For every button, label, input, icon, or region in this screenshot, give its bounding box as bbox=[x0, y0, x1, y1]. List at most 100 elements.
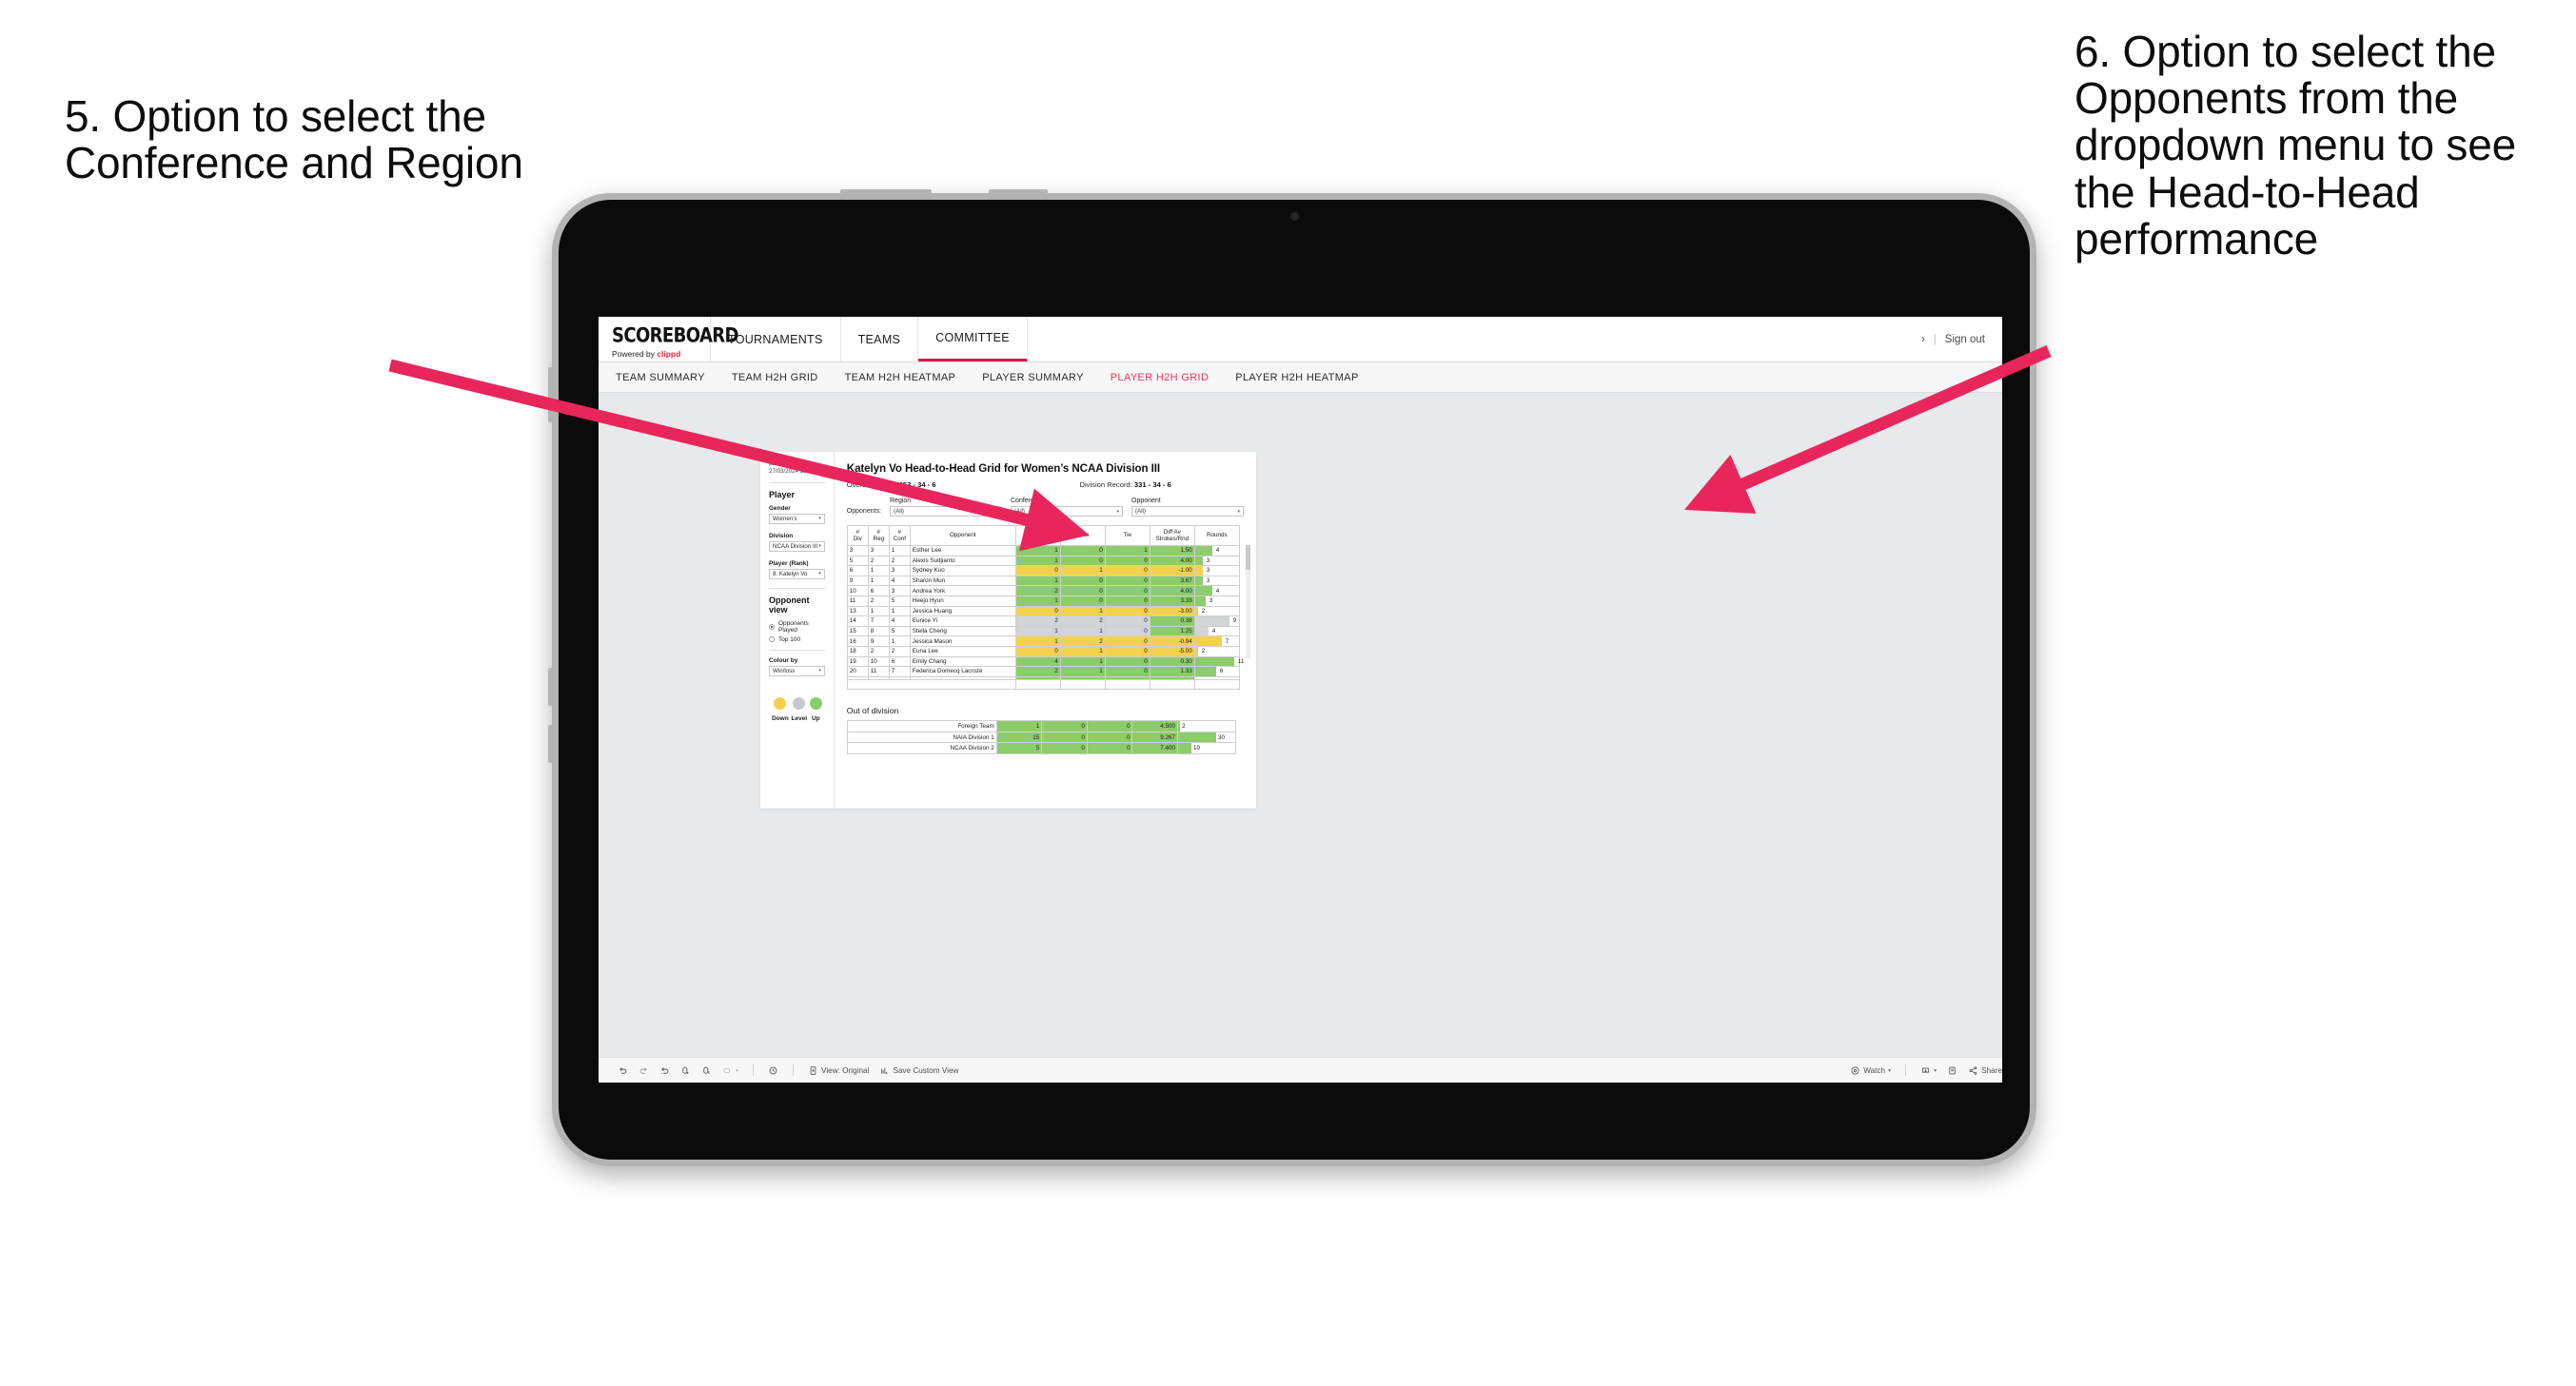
caret-down-icon: ▾ bbox=[1888, 1067, 1892, 1074]
revert-icon[interactable] bbox=[659, 1065, 670, 1076]
tab-player-summary[interactable]: PLAYER SUMMARY bbox=[982, 372, 1084, 383]
share-button[interactable]: Share bbox=[1968, 1065, 2002, 1076]
table-row[interactable]: 19 10 6 Emily Chang 4 1 0 0.30 11 bbox=[846, 655, 1244, 668]
player-rank-label: Player (Rank) bbox=[769, 559, 809, 567]
tablet-device-frame: SCOREBOARD Powered by clippd TOURNAMENTS… bbox=[548, 189, 2036, 1166]
watch-button[interactable]: Watch ▾ bbox=[1850, 1065, 1891, 1076]
topnav-item-teams[interactable]: TEAMS bbox=[841, 317, 919, 361]
tab-player-h2h-heatmap[interactable]: PLAYER H2H HEATMAP bbox=[1235, 372, 1358, 383]
undo-icon[interactable] bbox=[618, 1065, 628, 1076]
pause-refresh-icon[interactable] bbox=[701, 1065, 712, 1076]
table-row[interactable]: 14 7 4 Eunice Yi 2 2 0 0.38 9 bbox=[846, 615, 1240, 627]
top-antenna-band-2 bbox=[989, 189, 1048, 194]
radio-top-100-label: Top 100 bbox=[778, 635, 801, 643]
tab-team-h2h-heatmap[interactable]: TEAM H2H HEATMAP bbox=[845, 372, 956, 383]
cell-rounds: 9 bbox=[1193, 615, 1240, 627]
screenshot-canvas: 5. Option to select the Conference and R… bbox=[0, 0, 2576, 1386]
th-opponent[interactable]: Opponent bbox=[909, 525, 1016, 546]
cell-rounds: 7 bbox=[1193, 635, 1240, 647]
view-original-button[interactable]: View: Original bbox=[808, 1065, 869, 1076]
cell-rounds: 11 bbox=[1193, 655, 1244, 668]
table-row[interactable]: 18 2 2 Euna Lee 0 1 0 -5.00 2 bbox=[846, 645, 1240, 657]
table-row[interactable]: 9 1 4 Sharon Mun 1 0 0 3.67 3 bbox=[846, 575, 1240, 587]
filter-opponent-select[interactable]: (All) ▾ bbox=[1131, 506, 1244, 517]
colour-by-select[interactable]: Win/loss ▾ bbox=[769, 665, 825, 676]
th-loss[interactable]: Loss bbox=[1059, 525, 1106, 546]
chevron-down-icon: ▾ bbox=[818, 571, 821, 576]
cell-opponent: Sharon Mun bbox=[909, 575, 1016, 587]
cell-rounds: 2 bbox=[1177, 720, 1236, 732]
cell-opponent: Emily Chang bbox=[909, 655, 1016, 668]
fullscreen-button[interactable] bbox=[1947, 1065, 1957, 1076]
history-icon[interactable] bbox=[768, 1065, 778, 1076]
filter-opponent-label: Opponent bbox=[1131, 498, 1161, 504]
watch-label: Watch bbox=[1863, 1065, 1886, 1075]
refresh-data-icon[interactable] bbox=[680, 1065, 691, 1076]
gender-label: Gender bbox=[769, 504, 791, 512]
account-chevron-icon[interactable]: › bbox=[1921, 334, 1925, 345]
th-win[interactable]: Win bbox=[1014, 525, 1061, 546]
table-row[interactable]: 16 9 1 Jessica Mason 1 2 0 -0.94 7 bbox=[846, 635, 1240, 647]
legend-dot-up bbox=[809, 696, 822, 710]
th-rounds[interactable]: Rounds bbox=[1193, 525, 1240, 546]
chevron-down-icon: ▾ bbox=[995, 508, 998, 515]
radio-opponents-played[interactable]: Opponents Played bbox=[769, 620, 825, 634]
dashboard-card: Last Updated: 27/03/2024 15:38 Player Ge… bbox=[760, 452, 1256, 809]
sign-out-link[interactable]: Sign out bbox=[1945, 334, 1985, 345]
filter-opponent-value: (All) bbox=[1135, 508, 1146, 515]
th-reg[interactable]: # Reg bbox=[867, 525, 890, 546]
colour-legend: Down Level Up bbox=[769, 696, 825, 722]
legend-caption-down: Down bbox=[772, 714, 789, 722]
player-rank-select[interactable]: 8. Katelyn Vo ▾ bbox=[769, 568, 825, 579]
out-of-division-row[interactable]: Foreign Team 1 0 0 4.500 2 bbox=[846, 720, 1236, 732]
table-row[interactable]: 15 8 5 Stella Cheng 1 1 0 1.25 4 bbox=[846, 625, 1240, 637]
filter-region-select[interactable]: (All) ▾ bbox=[890, 506, 1002, 517]
highlight-icon[interactable]: ▾ bbox=[722, 1065, 738, 1076]
table-body: 3 3 1 Esther Lee 1 0 1 1.50 4 5 2 2 Alexis Sudjianto… bbox=[846, 545, 1244, 691]
download-button[interactable]: ▾ bbox=[1920, 1065, 1937, 1076]
scoreboard-logo[interactable]: SCOREBOARD Powered by clippd bbox=[599, 317, 739, 361]
out-of-division-body: Foreign Team 1 0 0 4.500 2 NAIA Division 1 15 0 0… bbox=[846, 720, 1236, 754]
th-div[interactable]: # Div bbox=[846, 525, 869, 546]
gender-select[interactable]: Women’s ▾ bbox=[769, 513, 825, 524]
table-row[interactable]: 3 3 1 Esther Lee 1 0 1 1.50 4 bbox=[846, 545, 1240, 556]
tab-player-h2h-grid[interactable]: PLAYER H2H GRID bbox=[1111, 372, 1209, 383]
filter-conference-select[interactable]: (All) ▾ bbox=[1011, 506, 1123, 517]
cell-rounds: 3 bbox=[1193, 575, 1240, 587]
legend-item-down: Down bbox=[772, 696, 789, 722]
th-tie[interactable]: Tie bbox=[1104, 525, 1150, 546]
table-row[interactable]: 13 1 1 Jessica Huang 0 1 0 -3.00 2 bbox=[846, 605, 1240, 617]
division-value: NCAA Division III bbox=[773, 542, 818, 550]
redo-icon[interactable] bbox=[639, 1065, 649, 1076]
th-conf[interactable]: # Conf bbox=[888, 525, 911, 546]
save-custom-view-label: Save Custom View bbox=[893, 1065, 959, 1075]
top-antenna-band bbox=[840, 189, 932, 194]
table-row[interactable]: 5 2 2 Alexis Sudjianto 1 0 0 4.00 3 bbox=[846, 555, 1240, 567]
player-rank-value: 8. Katelyn Vo bbox=[773, 570, 808, 577]
chevron-down-icon: ▾ bbox=[1116, 508, 1119, 515]
radio-top-100[interactable]: Top 100 bbox=[769, 636, 825, 643]
topnav-item-committee[interactable]: COMMITTEE bbox=[918, 317, 1028, 361]
table-row[interactable]: 6 1 3 Sydney Kuo 0 1 0 -1.00 3 bbox=[846, 565, 1240, 576]
division-select[interactable]: NCAA Division III ▾ bbox=[769, 540, 825, 552]
th-diff-av-strokes[interactable]: Diff Av Strokes/Rnd bbox=[1149, 525, 1195, 546]
browser-viewport: SCOREBOARD Powered by clippd TOURNAMENTS… bbox=[599, 317, 2002, 1083]
save-custom-view-button[interactable]: Save Custom View bbox=[879, 1065, 958, 1076]
account-separator: | bbox=[1933, 333, 1937, 345]
cell-opponent: Federica Domecq Lacroze bbox=[909, 666, 1016, 677]
table-row[interactable]: 11 2 5 Heejo Hyun 1 0 0 3.33 3 bbox=[846, 595, 1240, 607]
table-row[interactable]: 10 6 3 Andrea York 2 0 0 4.00 4 bbox=[846, 585, 1240, 596]
scrollbar-thumb[interactable] bbox=[1246, 545, 1250, 570]
table-head: # Div # Reg # Conf Opponent Win Loss Tie Di… bbox=[846, 525, 1240, 546]
filter-region-label: Region bbox=[890, 498, 912, 504]
table-vertical-scrollbar[interactable] bbox=[1246, 545, 1250, 658]
out-of-division-row[interactable]: NCAA Division 2 5 0 0 7.400 10 bbox=[846, 742, 1236, 754]
out-of-division-row[interactable]: NAIA Division 1 15 0 0 9.267 30 bbox=[846, 731, 1236, 744]
tab-team-h2h-grid[interactable]: TEAM H2H GRID bbox=[732, 372, 818, 383]
division-label: Division bbox=[769, 532, 794, 539]
volume-up-button bbox=[548, 668, 553, 706]
cell-opponent: Euna Lee bbox=[909, 645, 1016, 657]
divider bbox=[769, 649, 825, 651]
table-row[interactable]: 20 11 7 Federica Domecq Lacroze 2 1 0 1.33 6 bbox=[846, 666, 1240, 677]
tab-team-summary[interactable]: TEAM SUMMARY bbox=[616, 372, 705, 383]
